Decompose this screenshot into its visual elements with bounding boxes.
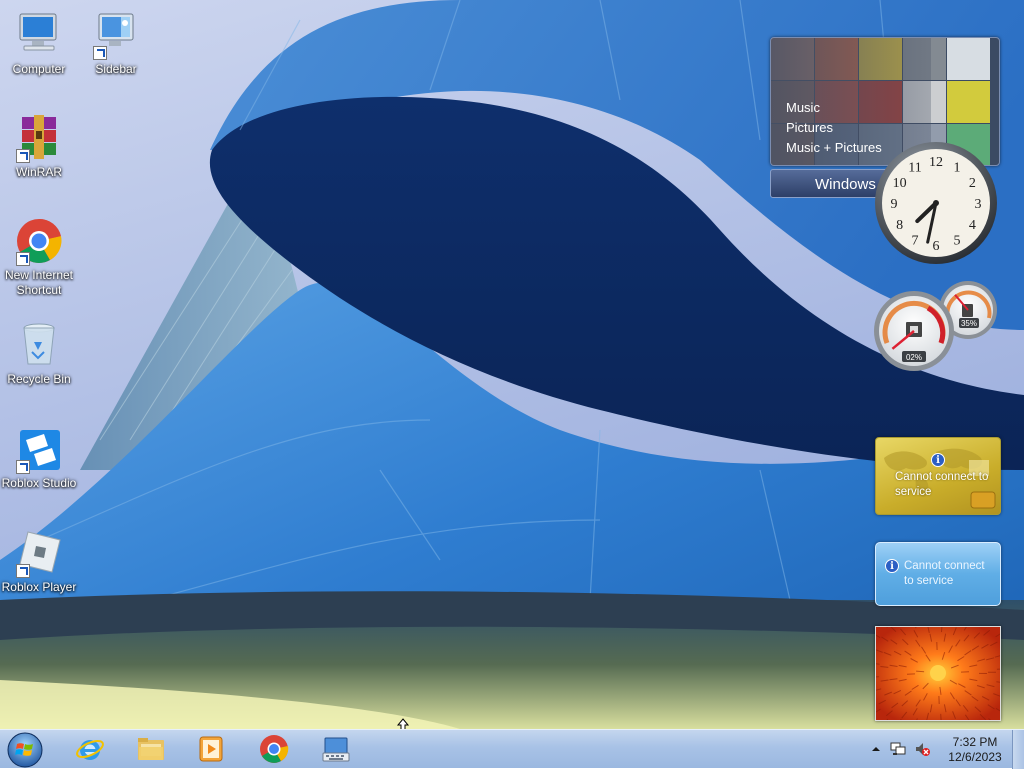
show-hidden-icons-arrow-icon[interactable] (868, 741, 884, 757)
taskbar-chrome[interactable] (248, 732, 300, 767)
folder-icon (138, 738, 164, 760)
media-menu-music-pictures[interactable]: Music + Pictures (786, 138, 882, 158)
desktop-icon-label: Sidebar (95, 62, 137, 76)
volume-muted-icon[interactable] (914, 741, 930, 757)
clock-numeral: 8 (896, 218, 903, 233)
desktop-icon-label: Recycle Bin (7, 372, 71, 386)
roblox-player-icon (14, 528, 64, 578)
taskbar-media-player[interactable] (185, 732, 237, 767)
media-center-windows-button[interactable]: Windows (770, 169, 890, 198)
desktop-icon-roblox-player[interactable]: Roblox Player (0, 528, 78, 595)
computer-icon (14, 10, 64, 60)
desktop-icon-label: Computer (12, 62, 66, 76)
taskbar-on-screen-keyboard[interactable] (310, 732, 362, 767)
roblox-studio-icon (14, 424, 64, 474)
taskbar-windows-explorer[interactable] (125, 732, 177, 767)
media-menu-music[interactable]: Music (786, 98, 882, 118)
taskbar-date: 12/6/2023 (948, 750, 1002, 764)
windows-orb-icon (7, 732, 43, 768)
network-icon[interactable] (890, 741, 906, 757)
recycle-bin-icon (14, 320, 64, 370)
clock-center (933, 200, 939, 206)
desktop-icon-new-internet-shortcut[interactable]: New Internet Shortcut (0, 216, 78, 298)
clock-numeral: 11 (908, 161, 921, 176)
feed-error-message: Cannot connect to service (904, 560, 985, 587)
clock-numeral: 3 (975, 197, 982, 212)
desktop-icon-winrar[interactable]: WinRAR (0, 113, 78, 180)
shortcut-arrow-icon (16, 564, 30, 578)
clock-numeral: 6 (933, 239, 940, 254)
internet-explorer-icon (76, 739, 104, 760)
desktop-icon-sidebar[interactable]: Sidebar (77, 10, 155, 77)
media-menu: Music Pictures Music + Pictures (786, 98, 882, 158)
taskbar-internet-explorer[interactable] (64, 732, 116, 767)
media-menu-pictures[interactable]: Pictures (786, 118, 882, 138)
desktop-icon-label: Roblox Studio (1, 476, 77, 490)
shortcut-arrow-icon (93, 46, 107, 60)
show-desktop-button[interactable] (1012, 730, 1024, 769)
keyboard-icon (322, 737, 350, 762)
desktop-icon-computer[interactable]: Computer (0, 10, 78, 77)
taskbar-time: 7:32 PM (952, 735, 998, 749)
clock-numeral: 12 (929, 155, 943, 170)
winrar-icon (14, 113, 64, 163)
clock-numeral: 7 (912, 233, 919, 248)
desktop-icon-roblox-studio[interactable]: Roblox Studio (0, 424, 78, 491)
chrome-icon (260, 735, 289, 763)
feed-headlines-gadget[interactable]: i Cannot connect to service (875, 542, 1001, 606)
slideshow-gadget[interactable] (875, 626, 1001, 721)
taskbar-clock[interactable]: 7:32 PM 12/6/2023 (936, 735, 1014, 765)
taskbar: 7:32 PM 12/6/2023 (0, 729, 1024, 769)
sidebar-icon (91, 10, 141, 60)
memory-percent: 35% (961, 319, 977, 328)
desktop-icon-label: WinRAR (15, 165, 62, 179)
shortcut-arrow-icon (16, 149, 30, 163)
info-icon: i (931, 453, 945, 467)
desktop-icon-label: Roblox Player (1, 580, 77, 594)
clock-numeral: 4 (969, 218, 976, 233)
clock-numeral: 2 (969, 176, 976, 191)
clock-numeral: 10 (893, 176, 907, 191)
clock-numeral: 9 (891, 197, 898, 212)
clock-gadget[interactable]: 1 2 3 4 5 6 7 8 9 10 11 12 (873, 140, 999, 266)
start-button[interactable] (6, 731, 44, 769)
chrysanthemum-photo (876, 627, 1000, 720)
cpu-percent: 02% (906, 353, 922, 362)
info-icon: i (885, 559, 899, 573)
chrome-icon (14, 216, 64, 266)
clock-numeral: 1 (954, 161, 961, 176)
weather-gadget[interactable]: i Cannot connect to service (875, 437, 1001, 515)
weather-error-message: Cannot connect to service (895, 471, 989, 498)
cpu-meter-gadget[interactable]: 35% 02% (873, 278, 1001, 374)
media-player-icon (199, 736, 223, 762)
clock-numeral: 5 (954, 233, 961, 248)
shortcut-arrow-icon (16, 252, 30, 266)
desktop-icon-recycle-bin[interactable]: Recycle Bin (0, 320, 78, 387)
desktop-icon-label: New Internet Shortcut (4, 268, 74, 297)
shortcut-arrow-icon (16, 460, 30, 474)
